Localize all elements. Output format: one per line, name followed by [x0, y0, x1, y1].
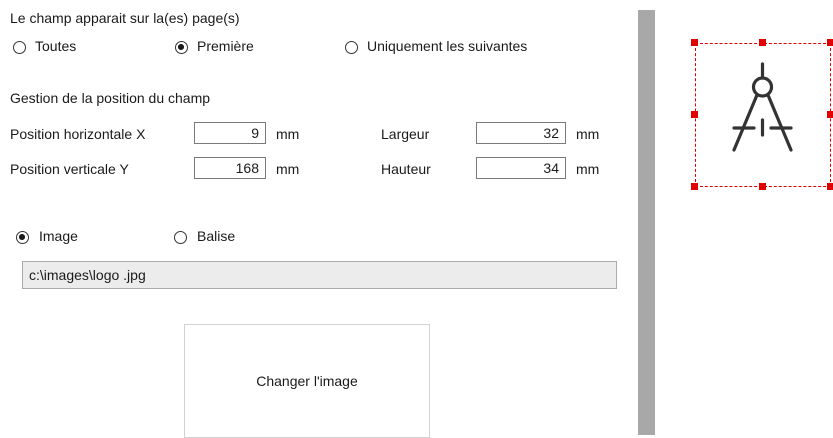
- position-group-title: Gestion de la position du champ: [10, 90, 211, 106]
- y-unit-label: mm: [276, 161, 300, 177]
- change-image-button[interactable]: Changer l'image: [184, 324, 430, 438]
- resize-handle-bottom-left[interactable]: [691, 183, 698, 190]
- y-position-label: Position verticale Y: [10, 161, 129, 177]
- resize-handle-right[interactable]: [827, 111, 833, 118]
- width-unit-label: mm: [576, 126, 600, 142]
- radio-label: Toutes: [35, 38, 77, 54]
- radio-circle[interactable]: [175, 41, 188, 54]
- radio-circle[interactable]: [174, 231, 187, 244]
- radio-circle[interactable]: [16, 231, 29, 244]
- y-position-input[interactable]: [194, 157, 266, 179]
- height-label: Hauteur: [381, 161, 431, 177]
- panel-divider: [638, 10, 655, 435]
- radio-label: Uniquement les suivantes: [367, 38, 528, 54]
- x-position-label: Position horizontale X: [10, 126, 146, 142]
- resize-handle-left[interactable]: [691, 111, 698, 118]
- radio-circle[interactable]: [13, 41, 26, 54]
- resize-handle-bottom[interactable]: [759, 183, 766, 190]
- x-position-input[interactable]: [194, 122, 266, 144]
- radio-label: Balise: [197, 228, 236, 244]
- width-label: Largeur: [381, 126, 430, 142]
- radio-label: Image: [39, 228, 78, 244]
- radio-circle[interactable]: [345, 41, 358, 54]
- x-unit-label: mm: [276, 126, 300, 142]
- drafting-compass-icon: [732, 62, 793, 152]
- resize-handle-bottom-right[interactable]: [827, 183, 833, 190]
- resize-handle-top-left[interactable]: [691, 39, 698, 46]
- resize-handle-top-right[interactable]: [827, 39, 833, 46]
- resize-handle-top[interactable]: [759, 39, 766, 46]
- width-input[interactable]: [476, 122, 566, 144]
- pages-group-title: Le champ apparait sur la(es) page(s): [10, 10, 240, 26]
- height-input[interactable]: [476, 157, 566, 179]
- radio-label: Première: [197, 38, 254, 54]
- height-unit-label: mm: [576, 161, 600, 177]
- image-path-field[interactable]: [22, 261, 617, 289]
